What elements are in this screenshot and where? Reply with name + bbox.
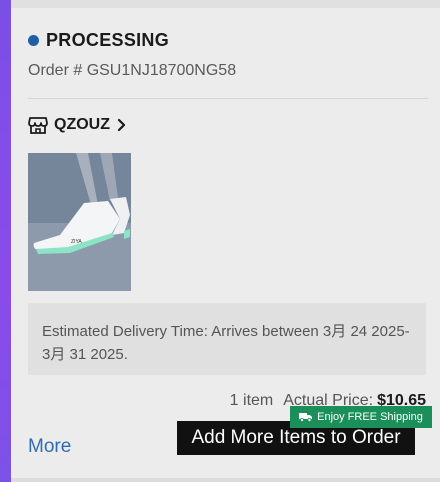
more-link[interactable]: More <box>28 436 71 458</box>
divider <box>28 98 428 99</box>
left-accent-stripe <box>0 0 11 482</box>
delivery-info: Estimated Delivery Time: Arrives between… <box>28 303 426 375</box>
free-shipping-badge: Enjoy FREE Shipping <box>290 406 432 428</box>
status-label: PROCESSING <box>46 30 170 50</box>
store-link[interactable]: QZOUZ <box>28 116 126 134</box>
order-number: Order # GSU1NJ18700NG58 <box>28 62 237 79</box>
order-status: PROCESSING <box>28 30 169 51</box>
top-divider-strip <box>11 0 440 8</box>
bottom-divider <box>11 478 440 482</box>
product-image[interactable]: ZIYA <box>28 153 131 291</box>
product-photo-icon: ZIYA <box>28 153 131 291</box>
item-count: 1 item <box>229 392 274 409</box>
status-dot-icon <box>28 35 39 46</box>
store-name: QZOUZ <box>54 116 110 133</box>
delivery-estimate: Estimated Delivery Time: Arrives between… <box>42 323 410 363</box>
chevron-right-icon <box>117 118 126 132</box>
truck-icon <box>299 413 313 422</box>
free-shipping-label: Enjoy FREE Shipping <box>317 411 423 423</box>
store-icon <box>28 117 48 134</box>
svg-text:ZIYA: ZIYA <box>71 239 82 245</box>
